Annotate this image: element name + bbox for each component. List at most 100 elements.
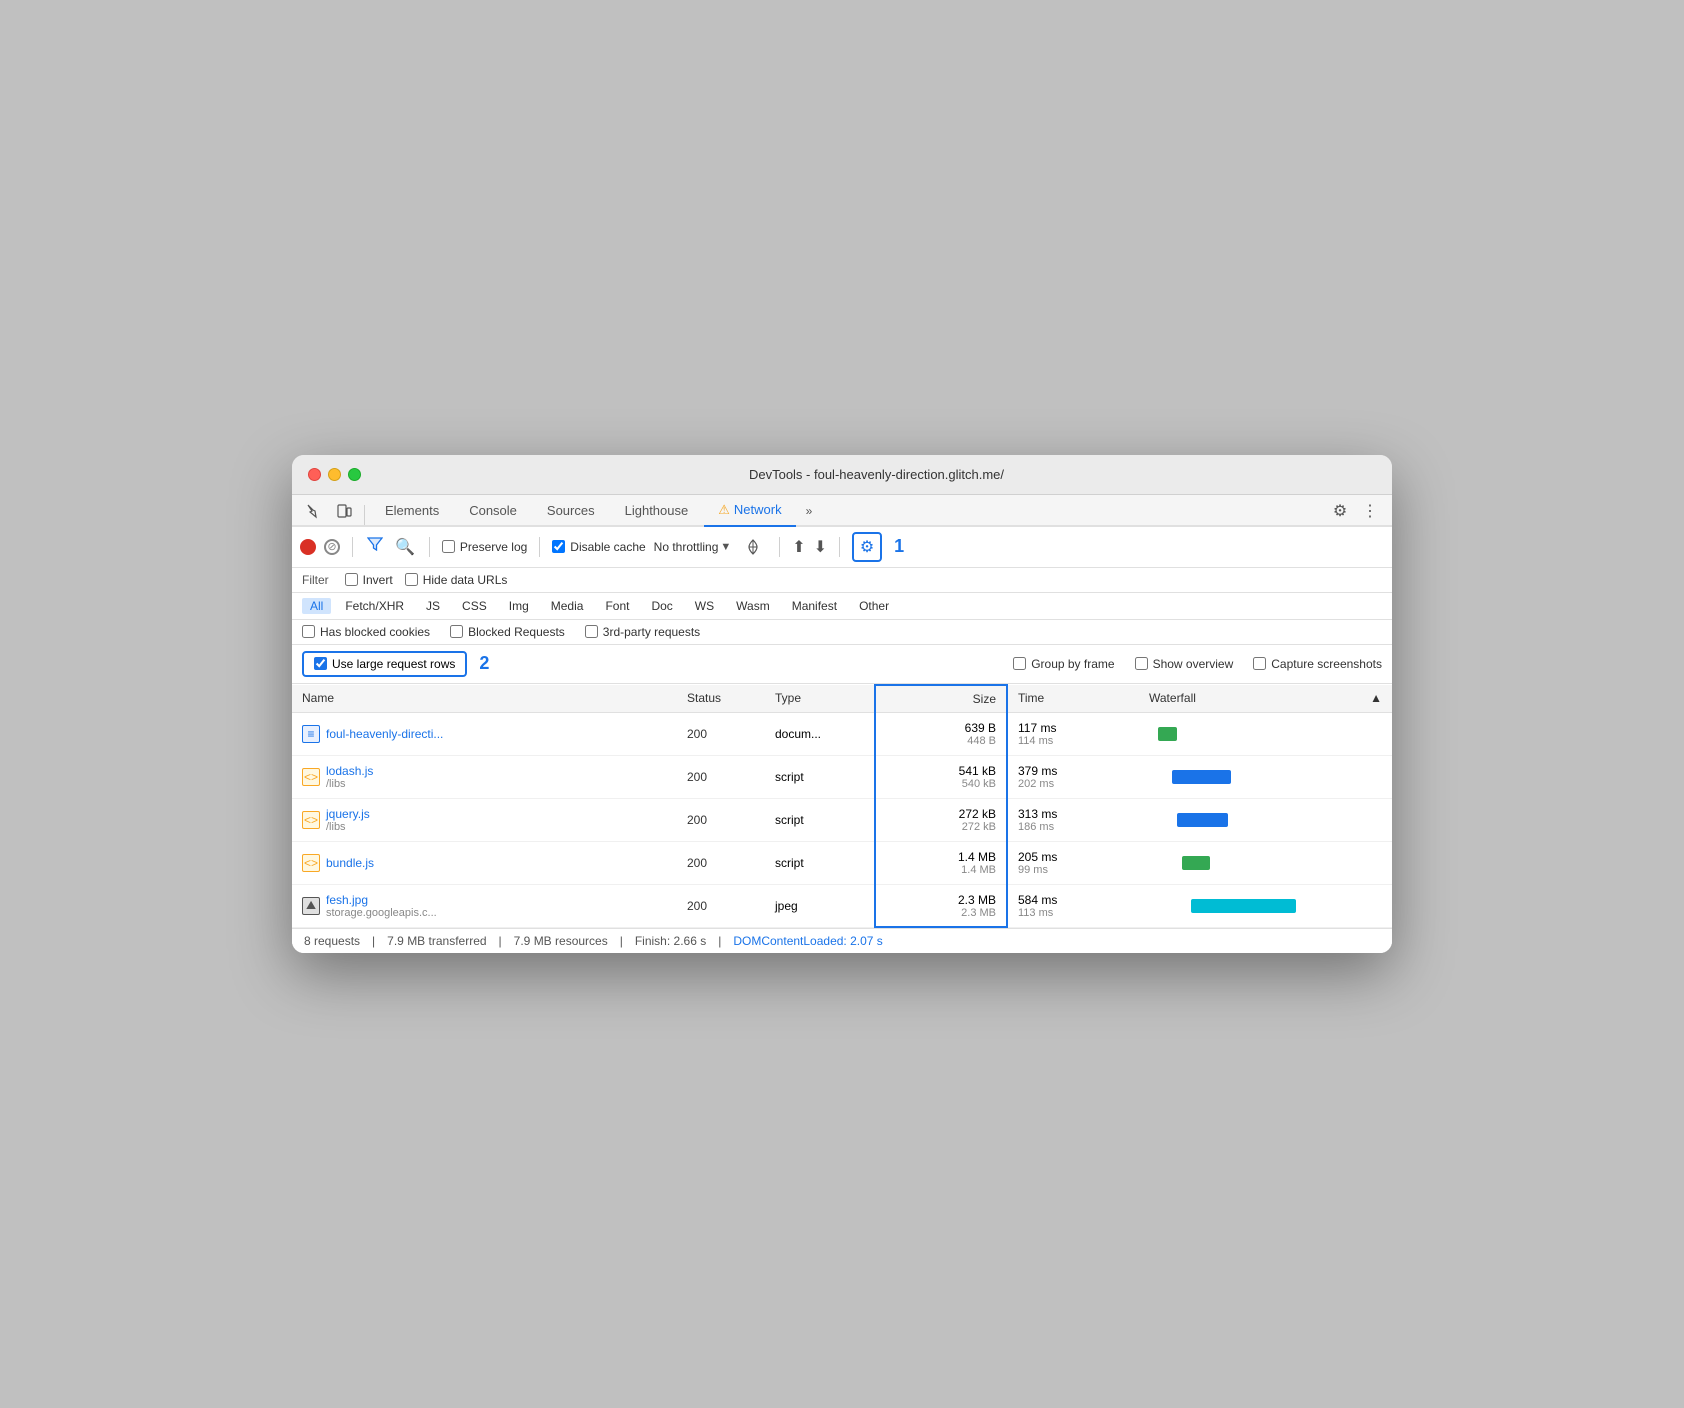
type-btn-all[interactable]: All	[302, 598, 331, 614]
table-row[interactable]: <> lodash.js /libs 200 script 541 kB 540…	[292, 755, 1392, 798]
group-by-frame-checkbox[interactable]	[1013, 657, 1026, 670]
invert-label[interactable]: Invert	[345, 573, 393, 587]
cell-waterfall	[1139, 841, 1392, 884]
time-sub: 113 ms	[1018, 907, 1129, 919]
large-rows-label[interactable]: Use large request rows	[302, 651, 467, 677]
waterfall-bar	[1158, 727, 1177, 741]
cell-waterfall	[1139, 712, 1392, 755]
device-toggle-icon[interactable]	[330, 497, 358, 525]
waterfall-sort-icon[interactable]: ▲	[1370, 691, 1382, 705]
time-sub: 202 ms	[1018, 778, 1129, 790]
search-icon[interactable]: 🔍	[393, 535, 417, 559]
capture-screenshots-checkbox[interactable]	[1253, 657, 1266, 670]
tab-sources[interactable]: Sources	[533, 496, 609, 527]
table-row[interactable]: <> bundle.js 200 script 1.4 MB 1.4 MB 20…	[292, 841, 1392, 884]
export-icon[interactable]: ⬇	[814, 537, 827, 557]
blocked-requests-label[interactable]: Blocked Requests	[450, 625, 565, 639]
tab-more[interactable]: »	[798, 497, 821, 525]
cell-type: jpeg	[765, 884, 875, 927]
cell-type: script	[765, 798, 875, 841]
type-btn-media[interactable]: Media	[543, 598, 592, 614]
status-code: 200	[687, 813, 707, 827]
preserve-log-checkbox[interactable]	[442, 540, 455, 553]
sep-bar-4: |	[718, 934, 721, 948]
type-btn-font[interactable]: Font	[597, 598, 637, 614]
transferred-size: 7.9 MB transferred	[387, 934, 486, 948]
requests-count: 8 requests	[304, 934, 360, 948]
blocked-cookies-label[interactable]: Has blocked cookies	[302, 625, 430, 639]
file-icon: <>	[302, 768, 320, 786]
record-button[interactable]	[300, 539, 316, 555]
tab-console[interactable]: Console	[455, 496, 531, 527]
minimize-button[interactable]	[328, 468, 341, 481]
clear-button[interactable]: ⊘	[324, 539, 340, 555]
tab-elements[interactable]: Elements	[371, 496, 453, 527]
capture-screenshots-label[interactable]: Capture screenshots	[1253, 657, 1382, 671]
traffic-lights	[308, 468, 361, 481]
sep-5	[779, 537, 780, 557]
cell-name: <> lodash.js /libs	[292, 755, 677, 798]
more-menu-icon[interactable]: ⋮	[1356, 497, 1384, 525]
time-sub: 186 ms	[1018, 821, 1129, 833]
header-waterfall[interactable]: Waterfall ▲	[1139, 685, 1392, 713]
invert-checkbox[interactable]	[345, 573, 358, 586]
third-party-checkbox[interactable]	[585, 625, 598, 638]
type-btn-manifest[interactable]: Manifest	[784, 598, 845, 614]
type-btn-ws[interactable]: WS	[687, 598, 722, 614]
network-settings-button[interactable]: ⚙	[852, 532, 882, 562]
settings-icon[interactable]: ⚙	[1326, 497, 1354, 525]
table-row[interactable]: ⛰ fesh.jpg storage.googleapis.c... 200 j…	[292, 884, 1392, 927]
hide-data-urls-checkbox[interactable]	[405, 573, 418, 586]
dom-content-loaded: DOMContentLoaded: 2.07 s	[733, 934, 882, 948]
blocked-requests-checkbox[interactable]	[450, 625, 463, 638]
blocked-cookies-checkbox[interactable]	[302, 625, 315, 638]
cell-name: <> bundle.js	[292, 841, 677, 884]
table-row[interactable]: ≡ foul-heavenly-directi... 200 docum... …	[292, 712, 1392, 755]
sep-6	[839, 537, 840, 557]
import-icon[interactable]: ⬆	[792, 537, 805, 557]
table-row[interactable]: <> jquery.js /libs 200 script 272 kB 272…	[292, 798, 1392, 841]
network-toolbar: ⊘ 🔍 Preserve log Disable cache No thrott…	[292, 527, 1392, 568]
type-btn-css[interactable]: CSS	[454, 598, 495, 614]
filter-icon[interactable]	[365, 535, 385, 558]
group-by-frame-label[interactable]: Group by frame	[1013, 657, 1114, 671]
header-name[interactable]: Name	[292, 685, 677, 713]
tab-network[interactable]: ⚠Network	[704, 495, 795, 527]
requests-table-container: Name Status Type Size Time Waterfall ▲	[292, 684, 1392, 929]
cell-time: 379 ms 202 ms	[1007, 755, 1139, 798]
row-subdomain: /libs	[326, 778, 373, 790]
cell-size: 1.4 MB 1.4 MB	[875, 841, 1007, 884]
sep-bar-1: |	[372, 934, 375, 948]
close-button[interactable]	[308, 468, 321, 481]
disable-cache-checkbox[interactable]	[552, 540, 565, 553]
type-btn-fetchxhr[interactable]: Fetch/XHR	[337, 598, 412, 614]
show-overview-checkbox[interactable]	[1135, 657, 1148, 670]
type-btn-img[interactable]: Img	[501, 598, 537, 614]
inspect-element-icon[interactable]	[300, 497, 328, 525]
row-subdomain: storage.googleapis.c...	[326, 907, 437, 919]
cell-status: 200	[677, 712, 765, 755]
large-rows-checkbox[interactable]	[314, 657, 327, 670]
sep-1	[364, 505, 365, 525]
disable-cache-label[interactable]: Disable cache	[552, 540, 645, 554]
third-party-requests-label[interactable]: 3rd-party requests	[585, 625, 700, 639]
filter-row: Filter Invert Hide data URLs	[292, 568, 1392, 593]
hide-data-urls-label[interactable]: Hide data URLs	[405, 573, 508, 587]
type-btn-js[interactable]: JS	[418, 598, 448, 614]
maximize-button[interactable]	[348, 468, 361, 481]
preserve-log-label[interactable]: Preserve log	[442, 540, 527, 554]
show-overview-label[interactable]: Show overview	[1135, 657, 1234, 671]
network-settings-icon[interactable]	[739, 533, 767, 561]
header-type[interactable]: Type	[765, 685, 875, 713]
cell-time: 117 ms 114 ms	[1007, 712, 1139, 755]
type-btn-wasm[interactable]: Wasm	[728, 598, 778, 614]
waterfall-bar	[1182, 856, 1210, 870]
tab-lighthouse[interactable]: Lighthouse	[611, 496, 703, 527]
type-btn-doc[interactable]: Doc	[643, 598, 680, 614]
header-status[interactable]: Status	[677, 685, 765, 713]
header-time[interactable]: Time	[1007, 685, 1139, 713]
type-btn-other[interactable]: Other	[851, 598, 897, 614]
time-main: 379 ms	[1018, 764, 1129, 778]
time-sub: 99 ms	[1018, 864, 1129, 876]
header-size[interactable]: Size	[875, 685, 1007, 713]
